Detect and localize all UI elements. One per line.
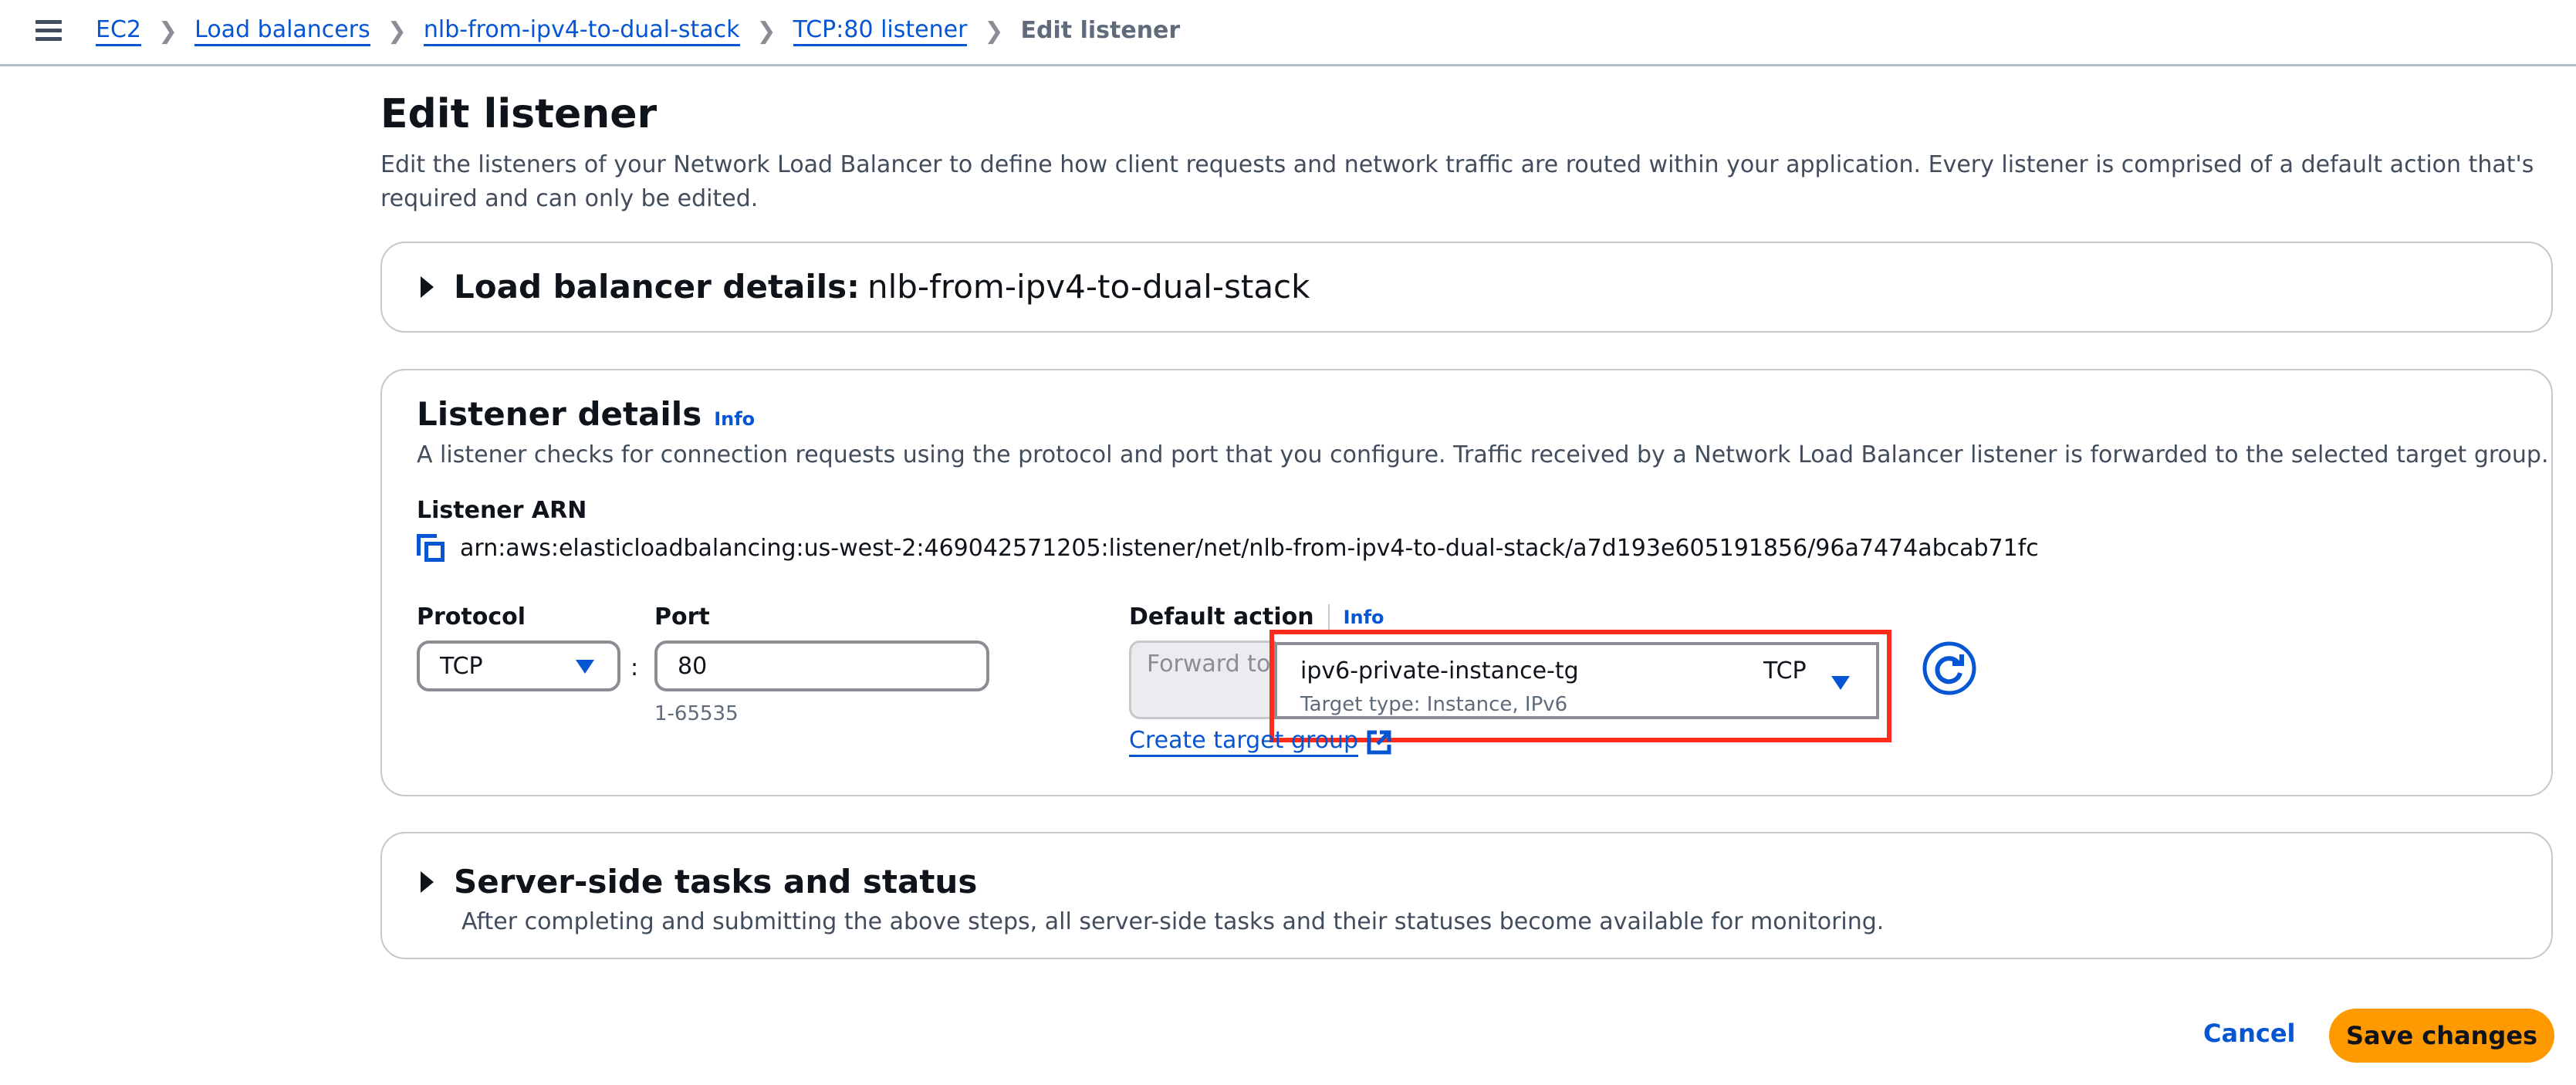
external-link-icon bbox=[1367, 730, 1391, 754]
forward-to-label: Forward to bbox=[1129, 641, 1276, 719]
default-action-info-link[interactable]: Info bbox=[1344, 607, 1384, 628]
breadcrumb-load-balancer-name[interactable]: nlb-from-ipv4-to-dual-stack bbox=[423, 16, 740, 46]
server-side-tasks-title: Server-side tasks and status bbox=[454, 863, 978, 901]
protocol-port-separator: : bbox=[630, 654, 639, 681]
breadcrumb: EC2 ❯ Load balancers ❯ nlb-from-ipv4-to-… bbox=[96, 14, 1180, 48]
default-action-label: Default action bbox=[1129, 603, 1314, 630]
chevron-right-icon: ❯ bbox=[756, 17, 776, 45]
protocol-select[interactable]: TCP bbox=[417, 641, 620, 691]
chevron-right-icon: ❯ bbox=[387, 17, 407, 45]
load-balancer-name: nlb-from-ipv4-to-dual-stack bbox=[867, 268, 1310, 306]
listener-details-panel: Listener details Info A listener checks … bbox=[380, 369, 2553, 796]
load-balancer-details-expander[interactable]: Load balancer details: nlb-from-ipv4-to-… bbox=[421, 268, 1310, 306]
chevron-right-icon: ❯ bbox=[158, 17, 178, 45]
caret-right-icon bbox=[421, 275, 434, 298]
page-title: Edit listener bbox=[380, 91, 658, 137]
port-label: Port bbox=[654, 603, 710, 630]
target-group-select[interactable]: ipv6-private-instance-tg TCP Target type… bbox=[1274, 642, 1879, 719]
listener-arn-value: arn:aws:elasticloadbalancing:us-west-2:4… bbox=[460, 534, 2039, 562]
breadcrumb-current: Edit listener bbox=[1020, 17, 1181, 44]
caret-down-icon bbox=[576, 660, 594, 674]
page-description: Edit the listeners of your Network Load … bbox=[380, 151, 2534, 212]
listener-arn-row: arn:aws:elasticloadbalancing:us-west-2:4… bbox=[417, 534, 2039, 562]
target-group-type: Target type: Instance, IPv6 bbox=[1300, 693, 1568, 716]
top-navigation-bar: EC2 ❯ Load balancers ❯ nlb-from-ipv4-to-… bbox=[0, 0, 2576, 66]
target-group-name: ipv6-private-instance-tg bbox=[1300, 657, 1579, 684]
server-side-tasks-panel: Server-side tasks and status After compl… bbox=[380, 832, 2553, 959]
server-side-tasks-expander[interactable]: Server-side tasks and status bbox=[421, 863, 977, 901]
server-side-tasks-description: After completing and submitting the abov… bbox=[461, 908, 1885, 935]
create-target-group-label: Create target group bbox=[1129, 727, 1359, 757]
cancel-button[interactable]: Cancel bbox=[2203, 1019, 2296, 1048]
refresh-icon[interactable] bbox=[1922, 641, 1977, 696]
listener-details-header: Listener details Info bbox=[417, 395, 755, 433]
listener-arn-label: Listener ARN bbox=[417, 497, 587, 524]
save-changes-button[interactable]: Save changes bbox=[2329, 1009, 2554, 1063]
caret-right-icon bbox=[421, 870, 434, 893]
port-input[interactable] bbox=[654, 641, 989, 691]
listener-details-title: Listener details bbox=[417, 395, 702, 433]
load-balancer-details-panel: Load balancer details: nlb-from-ipv4-to-… bbox=[380, 242, 2553, 333]
breadcrumb-load-balancers[interactable]: Load balancers bbox=[194, 16, 370, 46]
default-action-header: Default action Info bbox=[1129, 603, 1384, 630]
breadcrumb-ec2[interactable]: EC2 bbox=[96, 16, 141, 46]
caret-down-icon bbox=[1831, 676, 1850, 690]
listener-details-info-link[interactable]: Info bbox=[714, 408, 755, 430]
breadcrumb-listener[interactable]: TCP:80 listener bbox=[793, 16, 968, 46]
listener-details-description: A listener checks for connection request… bbox=[417, 441, 2549, 468]
protocol-label: Protocol bbox=[417, 603, 526, 630]
protocol-select-value: TCP bbox=[440, 652, 483, 680]
divider bbox=[1327, 603, 1330, 630]
create-target-group-link[interactable]: Create target group bbox=[1129, 727, 1392, 757]
load-balancer-details-label: Load balancer details: bbox=[454, 268, 860, 306]
target-group-protocol: TCP bbox=[1763, 657, 1807, 684]
copy-icon[interactable] bbox=[417, 534, 445, 562]
menu-icon[interactable] bbox=[35, 20, 62, 42]
chevron-right-icon: ❯ bbox=[984, 17, 1004, 45]
port-constraint-hint: 1-65535 bbox=[654, 702, 739, 725]
